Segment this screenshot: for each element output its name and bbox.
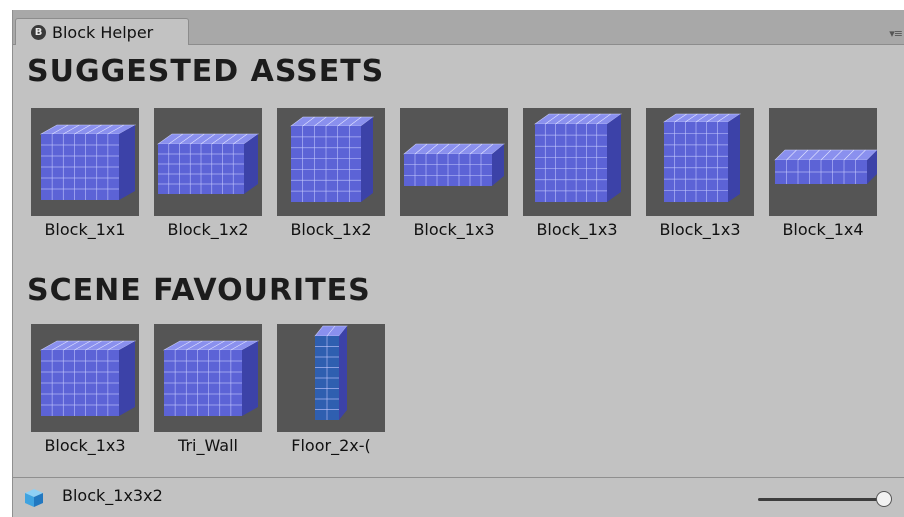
asset-label: Block_1x3 — [659, 220, 741, 239]
asset-label: Block_1x3 — [44, 436, 126, 455]
tab-bar: B Block Helper ▾≡ — [13, 10, 904, 45]
block-thumbnail[interactable] — [769, 108, 877, 216]
asset-label: Block_1x2 — [167, 220, 249, 239]
block-thumbnail[interactable] — [31, 324, 139, 432]
asset-tile[interactable]: Block_1x3 — [646, 108, 754, 239]
block-thumbnail[interactable] — [277, 324, 385, 432]
asset-label: Block_1x2 — [290, 220, 372, 239]
asset-tile[interactable]: Block_1x2 — [154, 108, 262, 239]
asset-tile[interactable]: Block_1x3 — [400, 108, 508, 239]
block-helper-window: B Block Helper ▾≡ SUGGESTED ASSETS Block… — [12, 10, 904, 517]
status-bar: Block_1x3x2 — [13, 477, 904, 517]
block-thumbnail[interactable] — [646, 108, 754, 216]
selected-asset-name: Block_1x3x2 — [62, 486, 163, 505]
asset-tile[interactable]: Block_1x3 — [31, 324, 139, 455]
block-thumbnail[interactable] — [523, 108, 631, 216]
scene-favourites-grid: Block_1x3 Tri_Wall Floor_2x-( — [31, 324, 400, 455]
cube-icon — [25, 489, 43, 507]
asset-tile[interactable]: Floor_2x-( — [277, 324, 385, 455]
tab-menu-icon[interactable]: ▾≡ — [889, 27, 903, 40]
tab-title: Block Helper — [52, 22, 154, 42]
scene-favourites-title: SCENE FAVOURITES — [27, 273, 371, 308]
block-thumbnail[interactable] — [154, 324, 262, 432]
asset-tile[interactable]: Block_1x3 — [523, 108, 631, 239]
slider-track[interactable] — [758, 498, 880, 501]
tab-block-helper[interactable]: B Block Helper — [15, 18, 189, 45]
block-thumbnail[interactable] — [400, 108, 508, 216]
asset-tile[interactable]: Tri_Wall — [154, 324, 262, 455]
suggested-assets-title: SUGGESTED ASSETS — [27, 54, 385, 89]
asset-label: Block_1x1 — [44, 220, 126, 239]
asset-label: Block_1x3 — [413, 220, 495, 239]
asset-tile[interactable]: Block_1x4 — [769, 108, 877, 239]
asset-label: Floor_2x-( — [291, 436, 371, 455]
block-thumbnail[interactable] — [31, 108, 139, 216]
block-thumbnail[interactable] — [277, 108, 385, 216]
asset-label: Tri_Wall — [178, 436, 238, 455]
asset-label: Block_1x3 — [536, 220, 618, 239]
asset-label: Block_1x4 — [782, 220, 864, 239]
asset-tile[interactable]: Block_1x1 — [31, 108, 139, 239]
suggested-assets-grid: Block_1x1 Block_1x2 Block_1x2 Block_1x3 Bloc… — [31, 108, 892, 239]
block-thumbnail[interactable] — [154, 108, 262, 216]
slider-handle[interactable] — [875, 491, 892, 507]
block-helper-icon: B — [31, 24, 46, 40]
thumbnail-size-slider[interactable] — [758, 489, 898, 509]
asset-tile[interactable]: Block_1x2 — [277, 108, 385, 239]
